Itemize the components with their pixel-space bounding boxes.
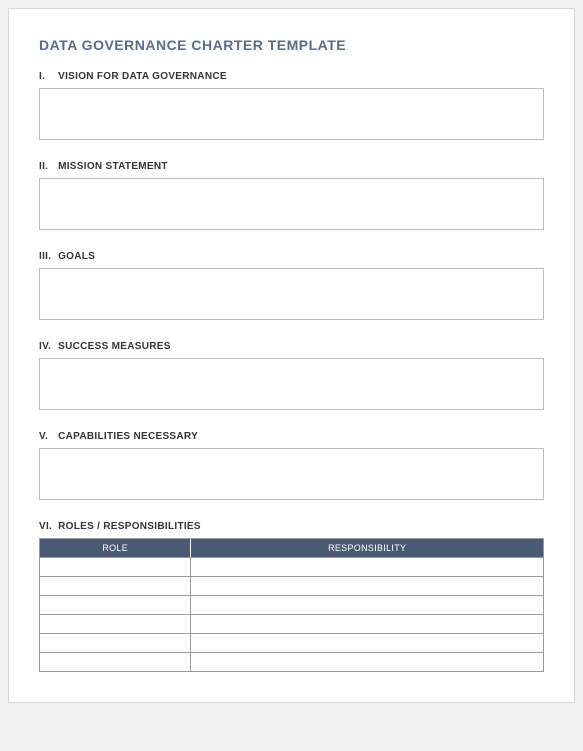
role-cell-input[interactable]: [44, 635, 186, 653]
section-numeral: V.: [39, 431, 55, 442]
table-row: [40, 653, 543, 672]
section-heading-goals: III. GOALS: [39, 251, 544, 262]
responsibility-cell-input[interactable]: [195, 559, 539, 577]
section-numeral: I.: [39, 71, 55, 82]
column-header-responsibility: RESPONSIBILITY: [191, 539, 543, 558]
section-heading-capabilities: V. CAPABILITIES NECESSARY: [39, 431, 544, 442]
table-row: [40, 634, 543, 653]
section-numeral: IV.: [39, 341, 55, 352]
section-heading-mission: II. MISSION STATEMENT: [39, 161, 544, 172]
responsibility-cell-input[interactable]: [195, 635, 539, 653]
role-cell-input[interactable]: [44, 616, 186, 634]
table-row: [40, 596, 543, 615]
section-numeral: III.: [39, 251, 55, 262]
role-cell-input[interactable]: [44, 578, 186, 596]
section-label: ROLES / RESPONSIBILITIES: [58, 521, 201, 532]
responsibility-cell-input[interactable]: [195, 616, 539, 634]
role-cell-input[interactable]: [44, 559, 186, 577]
section-label: GOALS: [58, 251, 95, 262]
responsibility-cell-input[interactable]: [195, 597, 539, 615]
document-page: DATA GOVERNANCE CHARTER TEMPLATE I. VISI…: [8, 8, 575, 703]
column-header-role: ROLE: [40, 539, 191, 558]
role-cell-input[interactable]: [44, 597, 186, 615]
roles-table: ROLE RESPONSIBILITY: [40, 539, 543, 672]
responsibility-cell-input[interactable]: [195, 578, 539, 596]
section-label: MISSION STATEMENT: [58, 161, 168, 172]
document-title: DATA GOVERNANCE CHARTER TEMPLATE: [39, 37, 544, 53]
table-row: [40, 577, 543, 596]
capabilities-input[interactable]: [39, 448, 544, 500]
roles-table-wrap: ROLE RESPONSIBILITY: [39, 538, 544, 672]
success-measures-input[interactable]: [39, 358, 544, 410]
section-label: SUCCESS MEASURES: [58, 341, 171, 352]
role-cell-input[interactable]: [44, 654, 186, 672]
section-heading-success-measures: IV. SUCCESS MEASURES: [39, 341, 544, 352]
mission-input[interactable]: [39, 178, 544, 230]
section-label: CAPABILITIES NECESSARY: [58, 431, 198, 442]
section-heading-roles: VI. ROLES / RESPONSIBILITIES: [39, 521, 544, 532]
section-numeral: VI.: [39, 521, 55, 532]
section-heading-vision: I. VISION FOR DATA GOVERNANCE: [39, 71, 544, 82]
vision-input[interactable]: [39, 88, 544, 140]
section-label: VISION FOR DATA GOVERNANCE: [58, 71, 227, 82]
table-row: [40, 558, 543, 577]
responsibility-cell-input[interactable]: [195, 654, 539, 672]
goals-input[interactable]: [39, 268, 544, 320]
table-row: [40, 615, 543, 634]
section-numeral: II.: [39, 161, 55, 172]
